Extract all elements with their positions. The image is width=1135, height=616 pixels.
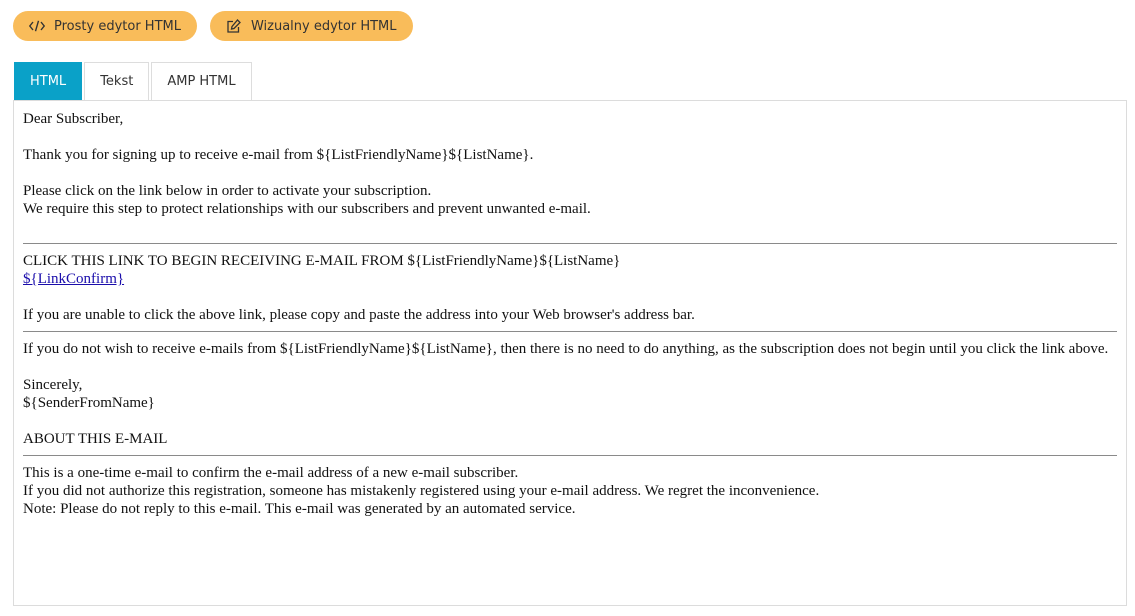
email-about-line-2: If you did not authorize this registrati… [23,483,820,499]
visual-html-editor-button[interactable]: Wizualny edytor HTML [209,11,413,41]
editor-mode-toolbar: Prosty edytor HTML Wizualny edytor HTML [13,11,413,41]
email-instruction-line-1: Please click on the link below in order … [23,183,432,199]
divider [23,243,1117,244]
email-about-line-1: This is a one-time e-mail to confirm the… [23,465,519,481]
email-instruction-line-2: We require this step to protect relation… [23,201,591,217]
email-greeting: Dear Subscriber, [23,111,124,127]
tab-html[interactable]: HTML [14,62,83,100]
tab-amp-html[interactable]: AMP HTML [151,62,252,100]
email-sign-off: Sincerely, [23,377,83,393]
edit-icon [226,18,242,34]
content-type-tabs: HTML Tekst AMP HTML [14,62,254,100]
email-about-line-3: Note: Please do not reply to this e-mail… [23,501,576,517]
divider [23,455,1117,456]
simple-html-editor-label: Prosty edytor HTML [54,18,181,34]
visual-html-editor-label: Wizualny edytor HTML [250,18,397,34]
email-sender: ${SenderFromName} [23,395,155,411]
confirm-link[interactable]: ${LinkConfirm} [23,271,124,287]
divider [23,331,1117,332]
email-about-heading: ABOUT THIS E-MAIL [23,431,168,447]
code-icon [29,18,45,34]
simple-html-editor-button[interactable]: Prosty edytor HTML [13,11,197,41]
email-copy-paste-note: If you are unable to click the above lin… [23,307,695,323]
email-content-editor[interactable]: Dear Subscriber, Thank you for signing u… [13,100,1127,606]
email-click-heading: CLICK THIS LINK TO BEGIN RECEIVING E-MAI… [23,253,621,269]
email-thanks: Thank you for signing up to receive e-ma… [23,147,534,163]
email-no-action-note: If you do not wish to receive e-mails fr… [23,341,1109,357]
tab-text[interactable]: Tekst [84,62,150,100]
